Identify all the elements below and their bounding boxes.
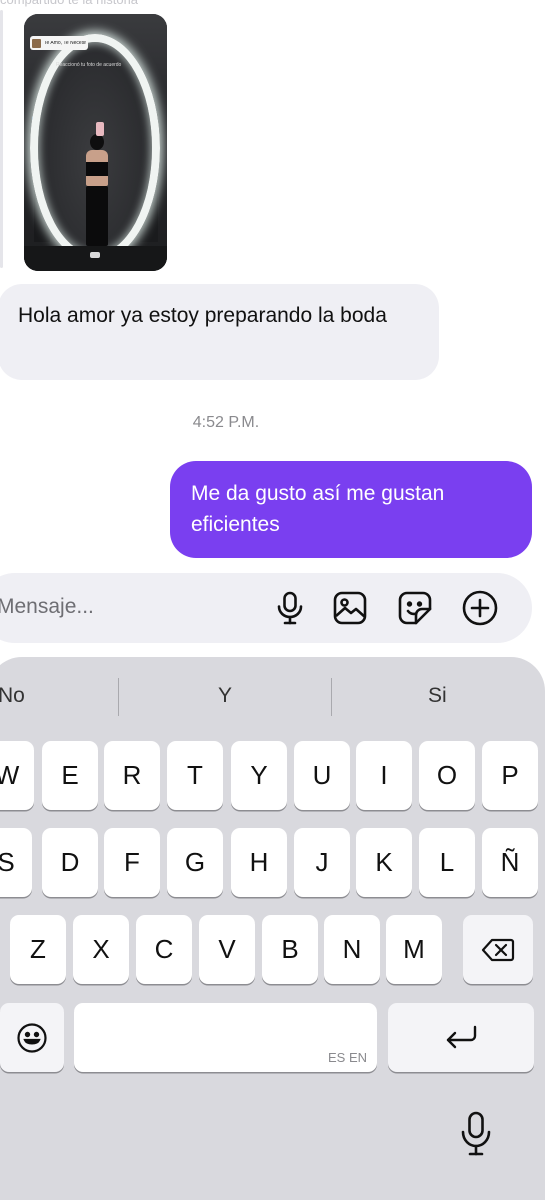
photo-person-head bbox=[90, 134, 104, 150]
photo-person-legs bbox=[86, 186, 108, 246]
chat-thread: compartido te la historia Te Amo, Te Nec… bbox=[0, 0, 545, 650]
key-n[interactable]: N bbox=[324, 915, 380, 984]
key-m[interactable]: M bbox=[386, 915, 442, 984]
key-b[interactable]: B bbox=[262, 915, 318, 984]
music-tag-text: Te Amo, Te Necesito (Ren... Shakira bbox=[44, 40, 86, 46]
emoji-icon bbox=[17, 1022, 47, 1053]
key-w[interactable]: W bbox=[0, 741, 34, 810]
faded-header-text: compartido te la historia bbox=[0, 0, 360, 14]
key-x[interactable]: X bbox=[73, 915, 129, 984]
reply-indicator-line bbox=[0, 10, 3, 268]
backspace-key[interactable] bbox=[463, 915, 533, 984]
add-circle-icon[interactable] bbox=[460, 588, 500, 628]
emoji-key[interactable] bbox=[0, 1003, 64, 1072]
key-v[interactable]: V bbox=[199, 915, 255, 984]
key-k[interactable]: K bbox=[356, 828, 412, 897]
shared-story-image[interactable]: Te Amo, Te Necesito (Ren... Shakira Reac… bbox=[24, 14, 167, 271]
key-i[interactable]: I bbox=[356, 741, 412, 810]
suggestion-no[interactable]: No bbox=[0, 684, 25, 708]
key-e[interactable]: E bbox=[42, 741, 98, 810]
key-t[interactable]: T bbox=[167, 741, 223, 810]
outgoing-message-bubble[interactable]: Me da gusto así me gustan eficientes bbox=[170, 461, 532, 558]
key-r[interactable]: R bbox=[104, 741, 160, 810]
incoming-message-text: Hola amor ya estoy preparando la boda bbox=[18, 304, 387, 327]
photo-faucet bbox=[90, 252, 100, 258]
dictation-mic-icon[interactable] bbox=[458, 1110, 494, 1158]
key-enye[interactable]: Ñ bbox=[482, 828, 538, 897]
message-composer[interactable]: Mensaje... bbox=[0, 573, 532, 643]
key-y[interactable]: Y bbox=[231, 741, 287, 810]
photo-person-top bbox=[86, 162, 108, 176]
key-c[interactable]: C bbox=[136, 915, 192, 984]
key-g[interactable]: G bbox=[167, 828, 223, 897]
key-s[interactable]: S bbox=[0, 828, 32, 897]
key-j[interactable]: J bbox=[294, 828, 350, 897]
backspace-icon bbox=[481, 938, 515, 961]
key-d[interactable]: D bbox=[42, 828, 98, 897]
outgoing-message-text: Me da gusto así me gustan eficientes bbox=[191, 482, 445, 536]
microphone-icon[interactable] bbox=[270, 588, 310, 628]
image-icon[interactable] bbox=[330, 588, 370, 628]
music-thumbnail bbox=[32, 38, 41, 48]
incoming-message-bubble[interactable]: Hola amor ya estoy preparando la boda bbox=[0, 284, 439, 380]
message-input[interactable]: Mensaje... bbox=[0, 595, 94, 619]
space-language-label: ES EN bbox=[327, 1050, 367, 1065]
key-h[interactable]: H bbox=[231, 828, 287, 897]
space-key[interactable]: ES EN bbox=[74, 1003, 377, 1072]
key-f[interactable]: F bbox=[104, 828, 160, 897]
suggestion-si[interactable]: Si bbox=[428, 684, 447, 708]
suggestion-y[interactable]: Y bbox=[218, 684, 232, 708]
suggestion-divider bbox=[118, 678, 119, 716]
return-key[interactable] bbox=[388, 1003, 534, 1072]
key-p[interactable]: P bbox=[482, 741, 538, 810]
story-caption: Reaccionó tu foto de acuerdo bbox=[56, 62, 122, 68]
key-z[interactable]: Z bbox=[10, 915, 66, 984]
sticker-icon[interactable] bbox=[395, 588, 435, 628]
key-l[interactable]: L bbox=[419, 828, 475, 897]
key-o[interactable]: O bbox=[419, 741, 475, 810]
suggestion-divider bbox=[331, 678, 332, 716]
music-tag-sticker: Te Amo, Te Necesito (Ren... Shakira bbox=[30, 36, 88, 50]
message-timestamp: 4:52 P.M. bbox=[192, 414, 260, 431]
photo-sink bbox=[24, 246, 167, 271]
key-u[interactable]: U bbox=[294, 741, 350, 810]
photo-phone bbox=[96, 122, 104, 136]
return-icon bbox=[446, 1025, 477, 1048]
